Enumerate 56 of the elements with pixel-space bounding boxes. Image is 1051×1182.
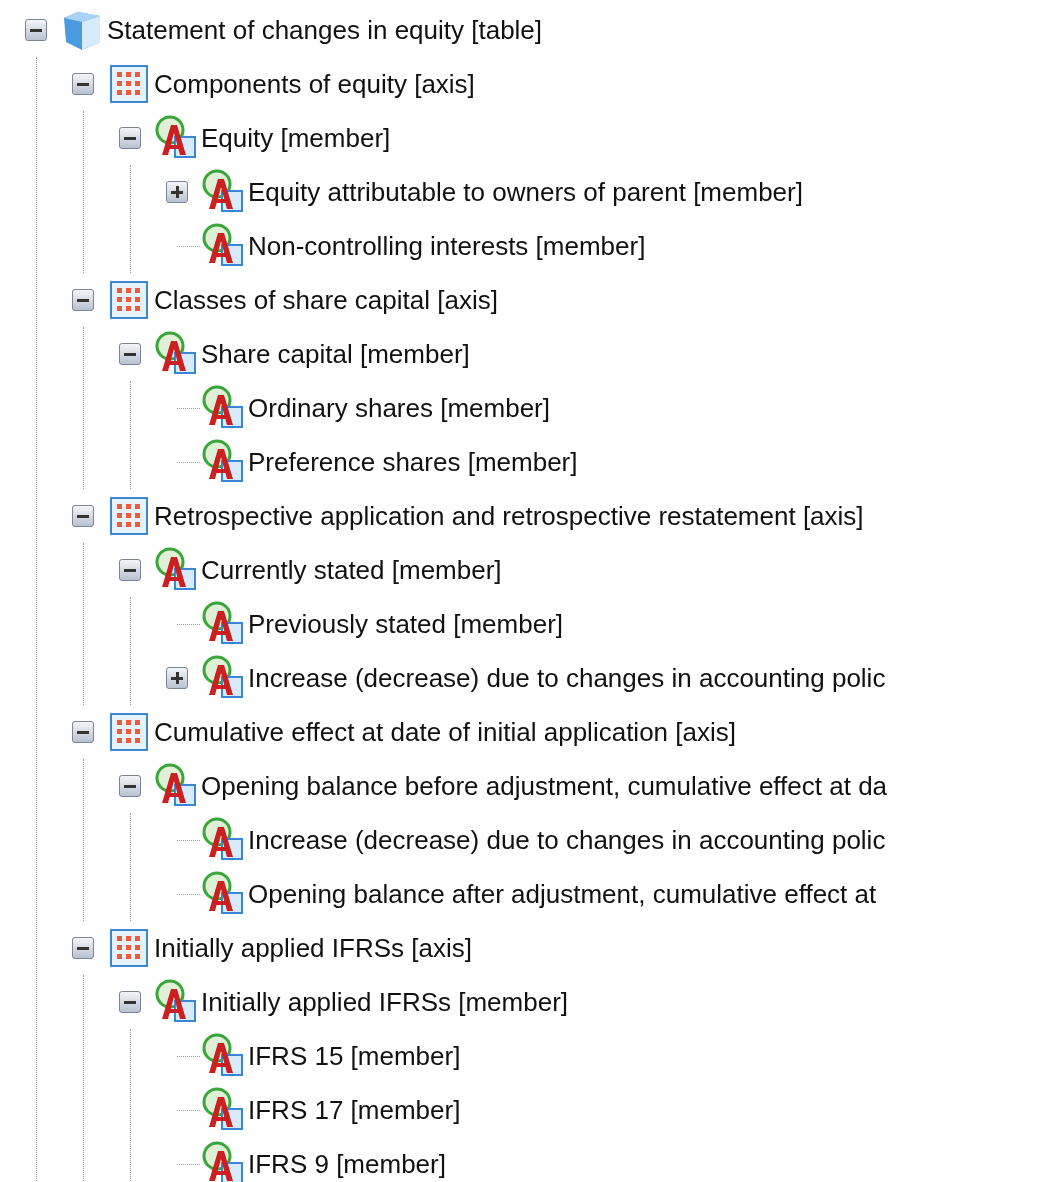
tree-item-label[interactable]: Equity attributable to owners of parent [member] [246, 172, 803, 212]
tree-item-label[interactable]: Classes of share capital [axis] [152, 280, 498, 320]
tree-item-label[interactable]: Non-controlling interests [member] [246, 226, 646, 266]
grid-icon [109, 64, 149, 104]
collapse-button[interactable] [72, 73, 94, 95]
tree-item-label[interactable]: IFRS 15 [member] [246, 1036, 461, 1076]
collapse-button[interactable] [119, 991, 141, 1013]
tree-item-label[interactable]: Increase (decrease) due to changes in accounting polic [246, 658, 886, 698]
collapse-button[interactable] [72, 721, 94, 743]
tree-item-label[interactable]: Initially applied IFRSs [axis] [152, 928, 472, 968]
collapse-button[interactable] [119, 343, 141, 365]
grid-icon [109, 712, 149, 752]
tree-item-label[interactable]: Components of equity [axis] [152, 64, 475, 104]
expand-button[interactable] [166, 667, 188, 689]
tree-item-label[interactable]: Retrospective application and retrospective restatement [axis] [152, 496, 864, 536]
member-icon [153, 763, 199, 809]
tree-item-label[interactable]: Preference shares [member] [246, 442, 578, 482]
member-icon [200, 1033, 246, 1079]
tree-item-label[interactable]: Opening balance after adjustment, cumulative effect at [246, 874, 877, 914]
collapse-button[interactable] [119, 775, 141, 797]
collapse-button[interactable] [25, 19, 47, 41]
tree-item-label[interactable]: Currently stated [member] [199, 550, 502, 590]
member-icon [153, 331, 199, 377]
tree-item-label[interactable]: Initially applied IFRSs [member] [199, 982, 569, 1022]
tree-item-label[interactable]: IFRS 17 [member] [246, 1090, 461, 1130]
member-icon [153, 979, 199, 1025]
tree-item-label[interactable]: Statement of changes in equity [table] [105, 10, 543, 50]
tree-item-label[interactable]: Cumulative effect at date of initial application [axis] [152, 712, 736, 752]
collapse-button[interactable] [72, 289, 94, 311]
member-icon [200, 1141, 246, 1182]
collapse-button[interactable] [72, 937, 94, 959]
member-icon [200, 1087, 246, 1133]
tree-item-label[interactable]: Equity [member] [199, 118, 391, 158]
tree-item-label[interactable]: Opening balance before adjustment, cumulative effect at da [199, 766, 888, 806]
member-icon [200, 655, 246, 701]
tree-item-label[interactable]: Share capital [member] [199, 334, 470, 374]
member-icon [200, 169, 246, 215]
grid-icon [109, 496, 149, 536]
member-icon [200, 871, 246, 917]
member-icon [200, 817, 246, 863]
grid-icon [109, 928, 149, 968]
grid-icon [109, 280, 149, 320]
tree-item-label[interactable]: Ordinary shares [member] [246, 388, 550, 428]
member-icon [153, 547, 199, 593]
member-icon [200, 385, 246, 431]
tree-item-label[interactable]: Increase (decrease) due to changes in accounting polic [246, 820, 886, 860]
collapse-button[interactable] [72, 505, 94, 527]
collapse-button[interactable] [119, 127, 141, 149]
member-icon [153, 115, 199, 161]
tree-item-label[interactable]: IFRS 9 [member] [246, 1144, 446, 1182]
expand-button[interactable] [166, 181, 188, 203]
member-icon [200, 601, 246, 647]
tree-item-label[interactable]: Previously stated [member] [246, 604, 563, 644]
member-icon [200, 439, 246, 485]
member-icon [200, 223, 246, 269]
collapse-button[interactable] [119, 559, 141, 581]
